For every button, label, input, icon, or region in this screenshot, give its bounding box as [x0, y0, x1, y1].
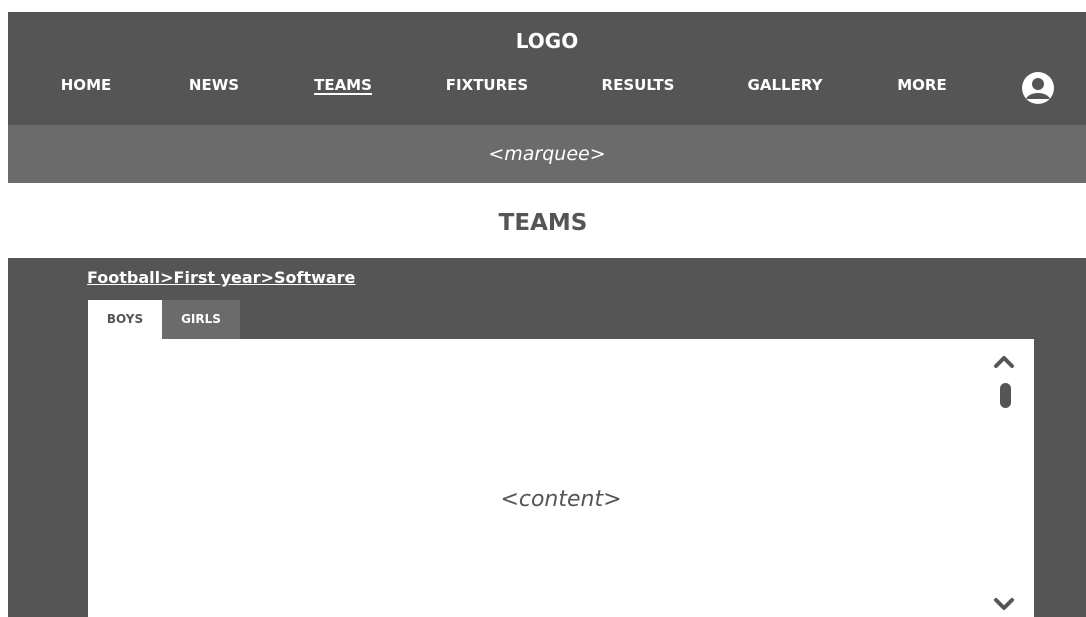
nav-item-more[interactable]: MORE: [897, 76, 946, 94]
nav-item-gallery[interactable]: GALLERY: [748, 76, 823, 94]
nav-item-home[interactable]: HOME: [61, 76, 111, 94]
site-header: LOGO HOME NEWS TEAMS FIXTURES RESULTS GA…: [8, 12, 1086, 125]
scrollbar-thumb[interactable]: [1000, 383, 1011, 408]
nav-item-fixtures[interactable]: FIXTURES: [446, 76, 528, 94]
marquee-bar: <marquee>: [8, 125, 1086, 183]
tab-boys[interactable]: BOYS: [88, 300, 162, 339]
teams-panel: Football>First year>Software BOYS GIRLS …: [8, 258, 1086, 617]
scroll-down-icon[interactable]: [993, 597, 1015, 611]
tab-girls[interactable]: GIRLS: [162, 300, 240, 339]
breadcrumb[interactable]: Football>First year>Software: [87, 268, 355, 287]
logo[interactable]: LOGO: [8, 29, 1086, 53]
page-title: TEAMS: [498, 210, 588, 236]
scroll-up-icon[interactable]: [993, 355, 1015, 369]
nav-item-teams[interactable]: TEAMS: [314, 76, 372, 94]
nav-item-results[interactable]: RESULTS: [602, 76, 675, 94]
user-account-icon[interactable]: [1020, 72, 1056, 104]
content-area: <content>: [88, 339, 1034, 617]
nav-item-news[interactable]: NEWS: [189, 76, 239, 94]
marquee-text: <marquee>: [488, 143, 606, 165]
content-placeholder: <content>: [500, 487, 622, 512]
